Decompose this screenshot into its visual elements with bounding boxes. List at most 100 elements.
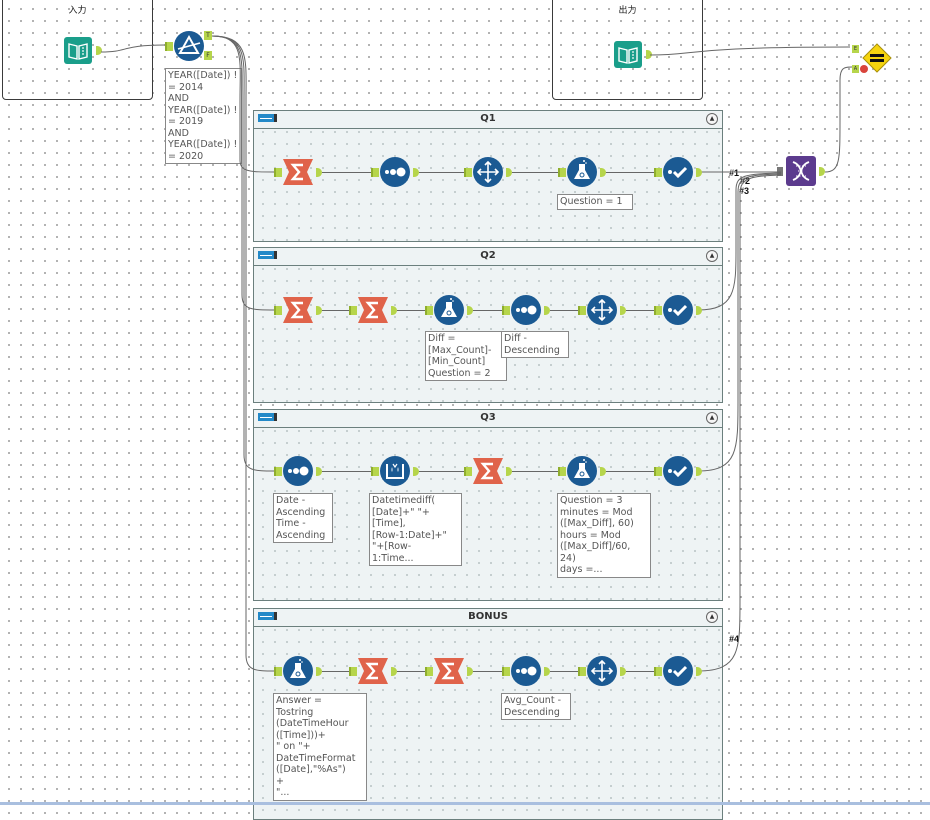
input-anchor[interactable] (274, 306, 282, 315)
connection-wire (322, 310, 349, 311)
union-label-4: #4 (729, 634, 740, 644)
input-anchor[interactable] (371, 168, 379, 177)
output-anchor[interactable] (96, 46, 102, 55)
summarize-icon (434, 658, 464, 684)
input-anchor[interactable] (349, 306, 357, 315)
input-anchor[interactable] (425, 306, 433, 315)
output-container[interactable]: 出力 (552, 0, 703, 100)
input-anchor[interactable] (464, 168, 472, 177)
connection-wire (419, 471, 464, 472)
select-tool[interactable] (578, 295, 626, 325)
input-container[interactable]: 入力 (2, 0, 153, 100)
input-anchor[interactable] (578, 306, 586, 315)
formula-tool[interactable] (558, 456, 606, 486)
sort-tool[interactable] (274, 456, 322, 486)
tool-annotation: Avg_Count - Descending (501, 693, 571, 720)
collapse-icon[interactable]: ▲ (706, 611, 718, 623)
summarize-tool[interactable] (349, 656, 397, 686)
formula-tool[interactable] (425, 295, 473, 325)
check-icon (663, 456, 693, 486)
output-anchor[interactable] (646, 50, 652, 59)
input-anchor[interactable] (165, 42, 173, 51)
sort-icon (380, 157, 410, 187)
connection-wire (322, 471, 371, 472)
input-anchor[interactable] (777, 167, 783, 176)
formula-icon (283, 656, 313, 686)
sort-tool[interactable] (371, 157, 419, 187)
connection-wire (550, 310, 578, 311)
connection-wire (419, 172, 464, 173)
error-icon (860, 65, 868, 73)
check-tool[interactable] (654, 295, 702, 325)
check-icon (663, 656, 693, 686)
input-anchor[interactable] (464, 467, 472, 476)
input-anchor[interactable] (371, 467, 379, 476)
input-anchor[interactable] (558, 467, 566, 476)
filter-tool[interactable]: T F (165, 31, 212, 61)
input-anchor[interactable] (425, 667, 433, 676)
input-anchor[interactable] (274, 467, 282, 476)
summarize-tool[interactable] (274, 157, 322, 187)
input-anchor[interactable] (654, 168, 662, 177)
union-tool[interactable] (777, 156, 825, 186)
filter-annotation: YEAR([Date]) ! = 2014 AND YEAR([Date]) !… (165, 68, 242, 164)
connection-wire (550, 671, 578, 672)
connection-wire (397, 671, 425, 672)
connection-wire (512, 172, 558, 173)
sort-icon (283, 456, 313, 486)
sort-tool[interactable] (502, 295, 550, 325)
input-anchor[interactable] (654, 306, 662, 315)
connection-wire (473, 671, 502, 672)
input-anchor[interactable] (502, 667, 510, 676)
input-anchor[interactable] (654, 667, 662, 676)
tool-annotation: Datetimediff( [Date]+" "+ [Time], [Row-1… (369, 493, 462, 566)
group-title: BONUS (468, 611, 508, 622)
select-tool[interactable] (578, 656, 626, 686)
input-anchor[interactable] (274, 667, 282, 676)
summarize-icon (283, 297, 313, 323)
select-tool[interactable] (464, 157, 512, 187)
input-anchor[interactable] (558, 168, 566, 177)
tool-annotation: Diff - Descending (501, 331, 569, 358)
input-data-tool[interactable] (63, 35, 102, 65)
summarize-tool[interactable] (464, 456, 512, 486)
input-anchor[interactable] (654, 467, 662, 476)
sort-tool[interactable] (502, 656, 550, 686)
formula-tool[interactable] (274, 656, 322, 686)
select-icon (473, 157, 503, 187)
collapse-icon[interactable]: ▲ (706, 113, 718, 125)
input-anchor[interactable] (502, 306, 510, 315)
formula-icon (567, 456, 597, 486)
false-anchor[interactable]: F (204, 51, 212, 60)
input-data-tool[interactable] (613, 39, 652, 69)
union-label-3: #3 (739, 186, 750, 196)
formula-tool[interactable] (558, 157, 606, 187)
tool-annotation: Answer = Tostring (DateTimeHour ([Time])… (273, 693, 367, 801)
test-tool[interactable]: E A (852, 43, 892, 73)
summarize-icon (283, 159, 313, 185)
output-anchor[interactable] (819, 167, 825, 176)
dna-icon (786, 156, 816, 186)
summarize-tool[interactable] (349, 295, 397, 325)
summarize-icon (358, 297, 388, 323)
tool-annotation: Question = 3 minutes = Mod ([Max_Diff], … (557, 493, 651, 578)
check-tool[interactable] (654, 456, 702, 486)
input-anchor[interactable] (274, 168, 282, 177)
book-icon (614, 41, 642, 68)
connection-wire (626, 310, 654, 311)
multi-row-formula-tool[interactable] (371, 456, 419, 486)
input-anchor[interactable] (349, 667, 357, 676)
summarize-tool[interactable] (274, 295, 322, 325)
collapse-icon[interactable]: ▲ (706, 412, 718, 424)
collapse-icon[interactable]: ▲ (706, 250, 718, 262)
connection-wire (626, 671, 654, 672)
input-anchor[interactable] (578, 667, 586, 676)
true-anchor[interactable]: T (204, 31, 212, 40)
anchor-e[interactable]: E (852, 45, 859, 53)
workflow-canvas[interactable]: 入力 出力 T F YEAR([Date]) ! = 2014 AND YEAR… (0, 0, 930, 820)
summarize-tool[interactable] (425, 656, 473, 686)
connection-wire (606, 172, 654, 173)
check-tool[interactable] (654, 157, 702, 187)
check-tool[interactable] (654, 656, 702, 686)
anchor-a[interactable]: A (852, 65, 859, 73)
